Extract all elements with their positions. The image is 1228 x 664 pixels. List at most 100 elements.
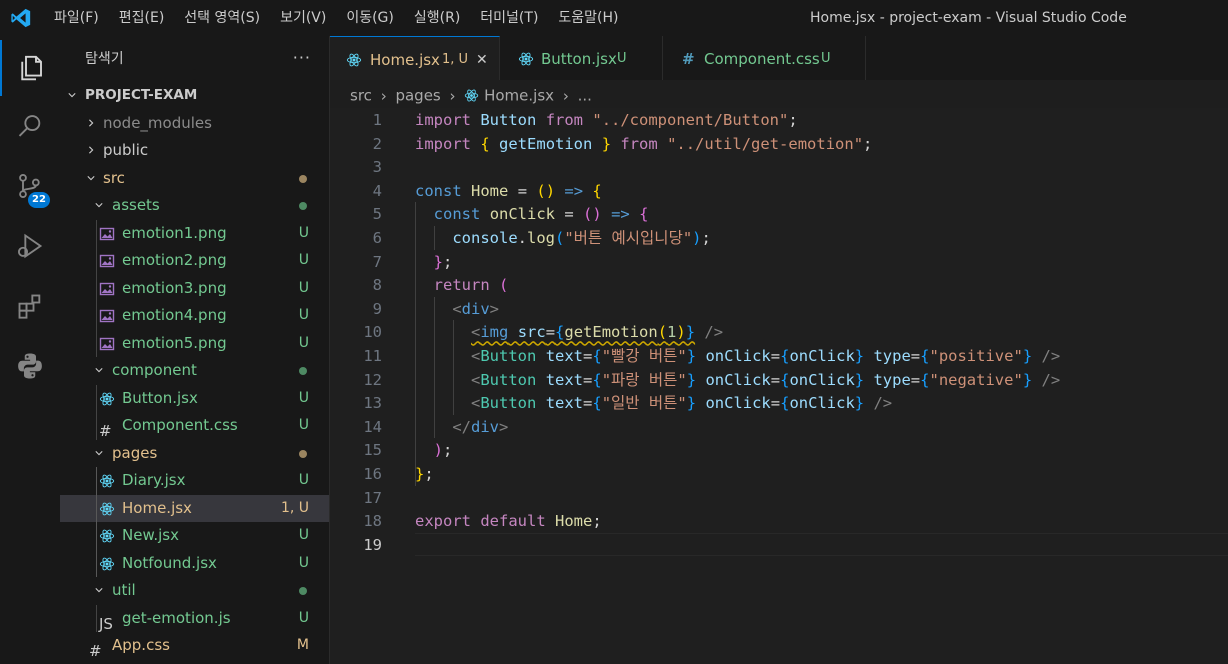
close-icon[interactable]: ✕ xyxy=(476,37,488,83)
code-text: const onClick = () => { xyxy=(433,205,649,224)
extensions-activity-button[interactable] xyxy=(0,278,60,334)
tree-file-item[interactable]: New.jsx U xyxy=(60,522,329,550)
menu-view[interactable]: 보기(V) xyxy=(270,0,336,36)
tree-folder-item[interactable]: PROJECT-EXAM xyxy=(60,82,329,110)
menu-terminal[interactable]: 터미널(T) xyxy=(470,0,548,36)
line-number: 8 xyxy=(372,276,382,295)
code-text: import { getEmotion } from "../util/get-… xyxy=(415,134,873,153)
code-text: ); xyxy=(433,441,453,460)
code-line: 1 import Button from "../component/Button… xyxy=(330,109,1228,133)
tree-folder-item[interactable]: util xyxy=(60,577,329,605)
more-actions-icon[interactable]: ··· xyxy=(293,48,311,67)
code-text: export default Home; xyxy=(415,512,602,531)
tree-item-label: Notfound.jsx xyxy=(122,553,217,572)
menu-file[interactable]: 파일(F) xyxy=(44,0,109,36)
chevron-right-icon xyxy=(89,118,94,127)
code-line: 17 xyxy=(330,487,1228,511)
tree-file-item[interactable]: # Component.css U xyxy=(60,412,329,440)
tab-button-jsx[interactable]: Button.jsx U xyxy=(500,36,663,80)
tree-file-item[interactable]: emotion2.png U xyxy=(60,247,329,275)
chevron-right-icon: › xyxy=(380,86,387,105)
css-hash-icon: # xyxy=(89,642,102,660)
react-icon xyxy=(465,89,479,102)
tab-home-jsx[interactable]: Home.jsx 1, U ✕ xyxy=(330,36,500,80)
code-line: 8 return ( xyxy=(330,274,1228,298)
tree-folder-item[interactable]: assets xyxy=(60,192,329,220)
source-control-activity-button[interactable]: 22 xyxy=(0,158,60,214)
tree-file-item[interactable]: # App.css M xyxy=(60,632,329,660)
tab-label: Component.css xyxy=(704,50,820,68)
tab-status: 1, U xyxy=(442,52,469,67)
code-editor[interactable]: 1 import Button from "../component/Button… xyxy=(330,108,1228,664)
git-status-badge: M xyxy=(296,637,309,653)
tree-file-item[interactable]: emotion3.png U xyxy=(60,275,329,303)
breadcrumb-src[interactable]: src xyxy=(350,87,372,105)
tree-item-label: emotion2.png xyxy=(122,251,227,269)
image-file-icon xyxy=(99,282,115,295)
menu-run[interactable]: 실행(R) xyxy=(404,0,470,36)
search-activity-button[interactable] xyxy=(0,98,60,154)
react-icon xyxy=(346,53,362,67)
untracked-dot-icon xyxy=(299,367,307,375)
breadcrumb-pages[interactable]: pages xyxy=(395,87,440,105)
menu-go[interactable]: 이동(G) xyxy=(336,0,404,36)
code-line: 5 const onClick = () => { xyxy=(330,203,1228,227)
explorer-activity-button[interactable] xyxy=(0,40,60,96)
tree-item-label: emotion4.png xyxy=(122,306,227,324)
tab-component-css[interactable]: # Component.css U xyxy=(663,36,866,80)
tree-file-item[interactable]: emotion5.png U xyxy=(60,330,329,358)
tree-file-item[interactable]: Diary.jsx U xyxy=(60,467,329,495)
code-text: <Button text={"빨강 버튼"} onClick={onClick}… xyxy=(471,347,1061,365)
tree-file-item[interactable]: Button.jsx U xyxy=(60,385,329,413)
code-text: }; xyxy=(415,465,434,483)
tree-folder-item[interactable]: component xyxy=(60,357,329,385)
scm-count-badge: 22 xyxy=(28,192,50,208)
breadcrumb-file[interactable]: Home.jsx xyxy=(484,87,554,105)
line-number: 1 xyxy=(372,111,382,129)
code-line: 18 export default Home; xyxy=(330,510,1228,534)
explorer-sidebar: 탐색기 ··· PROJECT-EXAM node_modules public sr… xyxy=(60,36,330,664)
tree-file-item[interactable]: Notfound.jsx U xyxy=(60,550,329,578)
title-bar: 파일(F) 편집(E) 선택 영역(S) 보기(V) 이동(G) 실행(R) 터… xyxy=(0,0,1228,36)
vscode-logo-icon xyxy=(11,8,31,28)
menu-edit[interactable]: 편집(E) xyxy=(109,0,175,36)
tree-folder-item[interactable]: pages xyxy=(60,440,329,468)
line-number: 19 xyxy=(363,535,382,554)
line-number: 2 xyxy=(372,134,382,153)
tree-file-item[interactable]: Home.jsx 1, U xyxy=(60,494,329,522)
code-text: import Button from "../component/Button"… xyxy=(415,111,798,129)
tree-item-label: pages xyxy=(112,443,158,462)
run-debug-activity-button[interactable] xyxy=(0,218,60,274)
tree-folder-item[interactable]: src xyxy=(60,165,329,193)
git-status-badge: U xyxy=(298,252,309,268)
tree-item-label: emotion5.png xyxy=(122,333,227,352)
tree-file-item[interactable]: JS get-emotion.js U xyxy=(60,605,329,633)
code-line: 11 <Button text={"빨강 버튼"} onClick={onCli… xyxy=(330,345,1228,369)
editor-tabs: Home.jsx 1, U ✕ Button.jsx U # Component… xyxy=(330,36,1228,80)
tree-file-item[interactable]: emotion4.png U xyxy=(60,302,329,330)
code-text: console.log("버튼 예시입니당"); xyxy=(452,229,711,247)
menu-help[interactable]: 도움말(H) xyxy=(548,0,628,36)
python-activity-button[interactable] xyxy=(0,338,60,394)
tree-item-label: emotion3.png xyxy=(122,278,227,297)
code-line: 14 </div> xyxy=(330,416,1228,440)
tree-item-label: PROJECT-EXAM xyxy=(85,87,198,103)
tree-folder-item[interactable]: node_modules xyxy=(60,110,329,138)
menu-selection[interactable]: 선택 영역(S) xyxy=(174,0,270,36)
python-icon xyxy=(18,353,42,379)
tree-file-item[interactable]: emotion1.png U xyxy=(60,220,329,248)
code-text: </div> xyxy=(452,417,509,436)
css-hash-icon: # xyxy=(682,50,695,68)
untracked-dot-icon xyxy=(299,587,307,595)
modified-dot-icon xyxy=(299,174,307,183)
react-icon xyxy=(99,502,115,515)
indent-guide xyxy=(96,604,97,632)
breadcrumb-symbols[interactable]: ... xyxy=(578,87,592,105)
line-number: 13 xyxy=(363,394,382,413)
react-icon xyxy=(518,52,534,66)
line-number: 11 xyxy=(363,347,382,365)
tree-item-label: public xyxy=(103,141,149,159)
tree-folder-item[interactable]: public xyxy=(60,137,329,165)
code-line: 12 <Button text={"파랑 버튼"} onClick={onCli… xyxy=(330,369,1228,393)
tree-item-label: Button.jsx xyxy=(122,388,198,407)
